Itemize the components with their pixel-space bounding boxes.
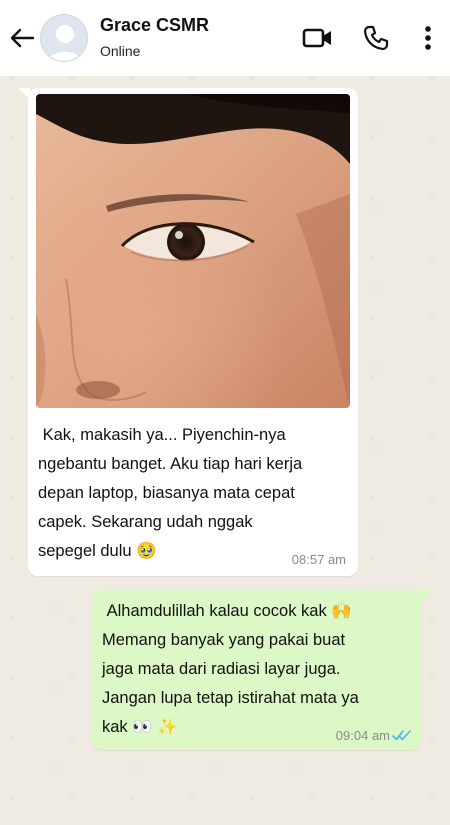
phone-icon[interactable] [360,22,392,54]
outgoing-message-time: 09:04 am [335,728,390,743]
outgoing-message-bubble[interactable]: Alhamdulillah kalau cocok kak 🙌 Memang b… [92,590,432,750]
contact-name[interactable]: Grace CSMR [100,15,209,36]
incoming-message-time: 08:57 am [291,552,346,567]
chat-header: Grace CSMR Online [0,0,450,76]
message-photo[interactable] [36,94,350,408]
incoming-message-text: Kak, makasih ya... Piyenchin-nya ngebant… [38,426,303,560]
contact-status: Online [100,43,141,59]
read-receipt-icon [392,728,412,742]
back-arrow-icon[interactable] [8,24,36,52]
video-call-icon[interactable] [302,22,334,54]
incoming-message-bubble[interactable]: Kak, makasih ya... Piyenchin-nya ngebant… [18,88,358,576]
more-vert-icon[interactable] [412,22,444,54]
avatar[interactable] [40,14,88,62]
outgoing-message-text: Alhamdulillah kalau cocok kak 🙌 Memang b… [102,602,359,736]
